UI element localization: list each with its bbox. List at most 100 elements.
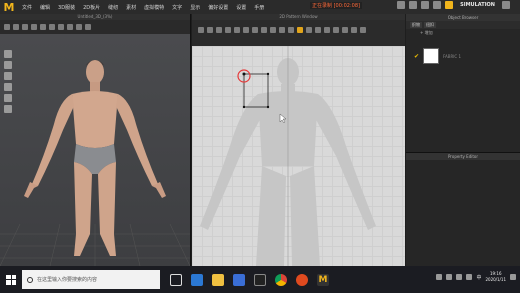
- avatar-display-icon[interactable]: [4, 50, 12, 58]
- clock-date: 2020/1/11: [485, 277, 506, 282]
- chevron-up-icon[interactable]: [446, 274, 453, 280]
- internal-line-icon[interactable]: [261, 27, 267, 33]
- notification-icon[interactable]: [510, 274, 516, 280]
- 3d-toolbar: [0, 20, 190, 34]
- add-fabric-button[interactable]: + 增加: [420, 30, 433, 36]
- property-editor-title: Property Editor: [406, 153, 520, 160]
- screen-icon[interactable]: [397, 1, 406, 9]
- 2d-pattern-window: 2D Pattern Window: [192, 14, 405, 266]
- avatar-visibility-icon[interactable]: [4, 83, 12, 91]
- tape-tool-icon[interactable]: [67, 24, 73, 30]
- tab-button[interactable]: 纽扣: [424, 22, 436, 28]
- brush-tool-icon[interactable]: [58, 24, 64, 30]
- simulation-icon[interactable]: [445, 1, 454, 9]
- measure-tool-icon[interactable]: [49, 24, 55, 30]
- menu-materials[interactable]: 素材: [126, 4, 136, 11]
- vertex-point[interactable]: [242, 72, 246, 76]
- pause-icon[interactable]: [421, 1, 430, 9]
- volume-icon[interactable]: [466, 274, 473, 280]
- person-icon[interactable]: [436, 274, 443, 280]
- menu-items: 文件 编辑 3D服装 2D板片 缝纫 素材 虚拟模特 文字 显示 偏好设置 设置…: [22, 4, 264, 11]
- task-view-icon[interactable]: [170, 273, 182, 286]
- measure-display-icon[interactable]: [4, 105, 12, 113]
- menu-settings[interactable]: 设置: [236, 4, 246, 11]
- dart-icon[interactable]: [270, 27, 276, 33]
- circle-icon[interactable]: [252, 27, 258, 33]
- topstitch-icon[interactable]: [315, 27, 321, 33]
- menu-avatar[interactable]: 虚拟模特: [144, 4, 164, 11]
- property-editor: Property Editor: [406, 152, 520, 266]
- texture-edit-icon[interactable]: [297, 27, 303, 33]
- graphic-icon[interactable]: [360, 27, 366, 33]
- zipper-tool-icon[interactable]: [85, 24, 91, 30]
- button-tool-icon[interactable]: [76, 24, 82, 30]
- fabric-swatch[interactable]: [423, 48, 440, 64]
- menu-file[interactable]: 文件: [22, 4, 32, 11]
- camera-icon[interactable]: [409, 1, 418, 9]
- menu-text[interactable]: 文字: [172, 4, 182, 11]
- start-button[interactable]: [0, 266, 22, 293]
- segment-sewing-icon[interactable]: [279, 27, 285, 33]
- select-tool-icon[interactable]: [4, 24, 10, 30]
- pattern-canvas[interactable]: [192, 46, 405, 266]
- settings-icon[interactable]: [502, 1, 510, 9]
- garment-display-icon[interactable]: [4, 61, 12, 69]
- marvelous-icon[interactable]: M: [317, 273, 329, 286]
- menu-edit[interactable]: 编辑: [40, 4, 50, 11]
- edit-curvature-icon[interactable]: [216, 27, 222, 33]
- 3d-side-toolbar: [4, 50, 14, 113]
- 3d-viewport[interactable]: [0, 34, 190, 266]
- polygon-icon[interactable]: [234, 27, 240, 33]
- menu-3d-garment[interactable]: 3D服装: [58, 4, 75, 11]
- skeleton-icon[interactable]: [4, 94, 12, 102]
- tab-fabric[interactable]: 织物: [410, 22, 422, 28]
- qq-icon[interactable]: [254, 273, 266, 286]
- stop-icon[interactable]: [433, 1, 442, 9]
- store-icon[interactable]: [233, 273, 245, 286]
- recorder-icon[interactable]: [296, 273, 308, 286]
- menu-preferences[interactable]: 偏好设置: [208, 4, 228, 11]
- file-explorer-icon[interactable]: [212, 273, 224, 286]
- chrome-icon[interactable]: [275, 273, 287, 286]
- 3d-window: Untitled_3D_(3%): [0, 14, 191, 266]
- simulation-button[interactable]: SIMULATION: [457, 2, 498, 8]
- menu-bar: M 文件 编辑 3D服装 2D板片 缝纫 素材 虚拟模特 文字 显示 偏好设置 …: [0, 0, 520, 14]
- clock[interactable]: 19:16 2020/1/11: [485, 271, 506, 283]
- search-placeholder: 在这里输入你要搜索的内容: [37, 277, 98, 283]
- fold-tool-icon[interactable]: [31, 24, 37, 30]
- sew-tool-icon[interactable]: [40, 24, 46, 30]
- fabric-list-item[interactable]: ✔ FABRIC 1: [414, 48, 461, 64]
- windows-icon: [6, 274, 16, 285]
- input-language[interactable]: 中: [476, 274, 481, 281]
- free-sewing-icon[interactable]: [288, 27, 294, 33]
- symmetric-icon[interactable]: [351, 27, 357, 33]
- floor-grid: [0, 223, 190, 266]
- menu-manual[interactable]: 手册: [254, 4, 264, 11]
- ruler-icon[interactable]: [342, 27, 348, 33]
- taskbar: 在这里输入你要搜索的内容 M 中 19:16 2020/1/11: [0, 266, 520, 293]
- grading-icon[interactable]: [324, 27, 330, 33]
- taskbar-search[interactable]: 在这里输入你要搜索的内容: [22, 270, 160, 289]
- annotation-icon[interactable]: [333, 27, 339, 33]
- transform-pattern-icon[interactable]: [198, 27, 204, 33]
- edge-icon[interactable]: [191, 273, 203, 286]
- move-tool-icon[interactable]: [13, 24, 19, 30]
- texture-display-icon[interactable]: [4, 72, 12, 80]
- pin-icon[interactable]: [306, 27, 312, 33]
- menu-sewing[interactable]: 缝纫: [108, 4, 118, 11]
- pin-tool-icon[interactable]: [22, 24, 28, 30]
- vertex-point[interactable]: [266, 72, 270, 76]
- vertex-point[interactable]: [242, 105, 246, 109]
- edit-pattern-icon[interactable]: [207, 27, 213, 33]
- fabric-name: FABRIC 1: [443, 53, 462, 59]
- menu-display[interactable]: 显示: [190, 4, 200, 11]
- vertex-point[interactable]: [266, 105, 270, 109]
- rectangle-icon[interactable]: [243, 27, 249, 33]
- app-logo: M: [3, 0, 15, 14]
- add-point-icon[interactable]: [225, 27, 231, 33]
- network-icon[interactable]: [456, 274, 463, 280]
- system-tray: 中 19:16 2020/1/11: [436, 271, 516, 283]
- menu-2d-pattern[interactable]: 2D板片: [83, 4, 100, 11]
- checkmark-icon: ✔: [414, 52, 420, 60]
- right-panel: Object Browser 织物 纽扣 + 增加 ✔ FABRIC 1 Pro…: [406, 14, 520, 266]
